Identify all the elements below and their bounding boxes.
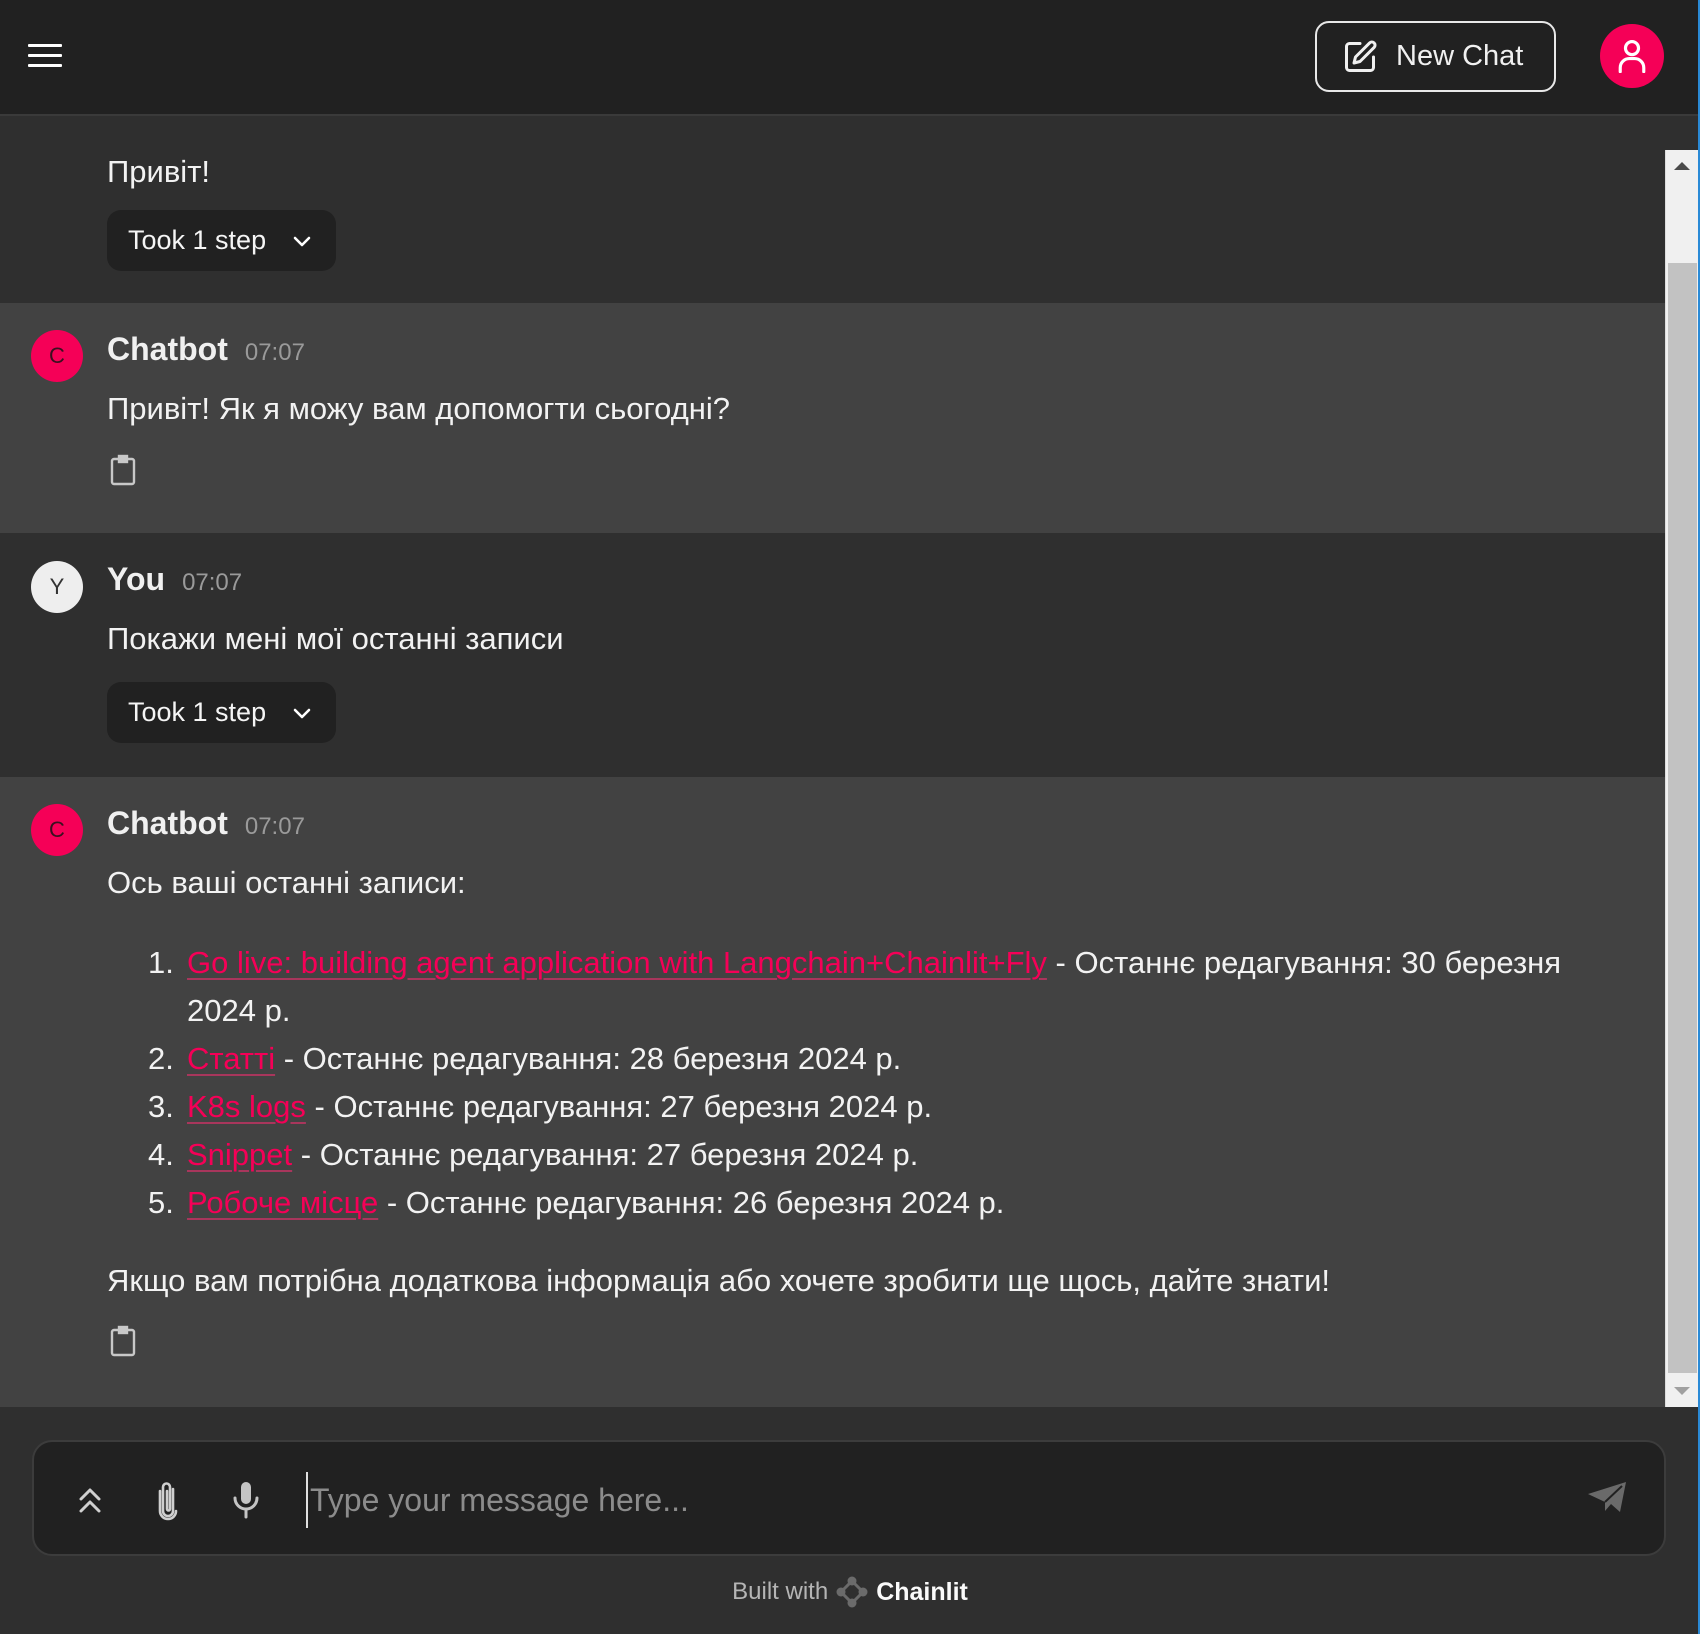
avatar-chatbot: C (31, 330, 83, 382)
hamburger-menu-icon[interactable] (26, 40, 66, 74)
message-input[interactable] (306, 1472, 1556, 1528)
menu-line (28, 64, 62, 67)
chevrons-up-icon[interactable] (70, 1480, 110, 1520)
record-meta: - Останнє редагування: 28 березня 2024 р… (275, 1041, 902, 1076)
record-item: 5. Робоче місце - Останнє редагування: 26… (107, 1179, 1607, 1227)
edit-square-icon (1345, 39, 1377, 72)
message-header: Chatbot 07:07 (107, 805, 305, 842)
send-icon (1588, 1482, 1626, 1512)
user-icon (1618, 40, 1646, 73)
copy-button[interactable] (109, 1325, 137, 1357)
record-meta: - Останнє редагування: 27 березня 2024 р… (305, 1089, 933, 1124)
message-bot: C Chatbot 07:07 Привіт! Як я можу вам до… (0, 303, 1665, 533)
records-list: 1. Go live: building agent application wi… (107, 939, 1607, 1227)
send-button[interactable] (1586, 1480, 1628, 1520)
record-meta: - Останнє редагування: 26 березня 2024 р… (378, 1185, 1005, 1220)
record-number: 5. (148, 1185, 174, 1220)
author-name: You (107, 561, 166, 597)
chainlit-brand-link[interactable]: Chainlit (876, 1578, 968, 1607)
record-meta: - Останнє редагування: 27 березня 2024 р… (292, 1137, 919, 1172)
message-header: You 07:07 (107, 561, 242, 598)
menu-line (28, 44, 62, 47)
message-content: Покажи мені мої останні записи (107, 621, 564, 656)
avatar-chatbot: C (31, 804, 83, 856)
step-label: Took 1 step (128, 225, 267, 255)
message-time: 07:07 (244, 813, 305, 840)
records-outro: Якщо вам потрібна додаткова інформація а… (107, 1263, 1331, 1298)
record-link[interactable]: Snippet (187, 1137, 292, 1172)
took-step-toggle[interactable]: Took 1 step (107, 682, 336, 743)
clipboard-icon (110, 1325, 136, 1357)
record-link[interactable]: Статті (187, 1041, 275, 1076)
footer: Built with Chainlit (0, 1572, 1700, 1612)
record-link[interactable]: K8s logs (187, 1089, 306, 1124)
record-link[interactable]: Go live: building agent application with… (187, 945, 1047, 980)
message-time: 07:07 (244, 339, 305, 366)
record-number: 4. (148, 1137, 174, 1172)
scroll-thumb[interactable] (1668, 263, 1697, 1373)
step-label: Took 1 step (128, 697, 267, 727)
paperclip-icon[interactable] (148, 1480, 188, 1521)
menu-line (28, 54, 62, 57)
user-menu-button[interactable] (1600, 24, 1664, 88)
message-time: 07:07 (182, 569, 243, 596)
message-header: Chatbot 07:07 (107, 331, 305, 368)
record-number: 1. (148, 945, 174, 980)
record-number: 2. (148, 1041, 174, 1076)
top-header: New Chat (0, 0, 1700, 116)
records-intro: Ось ваші останні записи: (107, 865, 466, 900)
chevron-down-icon (292, 706, 312, 720)
message-composer (32, 1440, 1666, 1556)
record-item: 4. Snippet - Останнє редагування: 27 бере… (107, 1131, 1607, 1179)
new-chat-button[interactable]: New Chat (1315, 21, 1556, 92)
message-continuation: Привіт! Took 1 step (0, 118, 1665, 303)
message-user: Y You 07:07 Покажи мені мої останні запи… (0, 533, 1665, 777)
took-step-toggle[interactable]: Took 1 step (107, 210, 336, 271)
scroll-up-arrow-icon[interactable] (1666, 150, 1698, 182)
microphone-icon[interactable] (226, 1480, 266, 1520)
new-chat-label: New Chat (1396, 40, 1524, 72)
record-item: 2. Статті - Останнє редагування: 28 берез… (107, 1035, 1607, 1083)
clipboard-icon (110, 454, 136, 486)
record-item: 1. Go live: building agent application wi… (107, 939, 1607, 1035)
author-name: Chatbot (107, 331, 228, 367)
built-with-label: Built with (732, 1578, 829, 1605)
record-link[interactable]: Робоче місце (187, 1185, 378, 1220)
chevron-down-icon (292, 234, 312, 248)
author-name: Chatbot (107, 805, 228, 841)
chainlit-logo-icon (836, 1576, 868, 1608)
scroll-down-arrow-icon[interactable] (1666, 1375, 1698, 1407)
chat-scrollbar[interactable] (1665, 150, 1698, 1407)
record-number: 3. (148, 1089, 174, 1124)
message-content: Привіт! Як я можу вам допомогти сьогодні… (107, 391, 731, 426)
copy-button[interactable] (109, 454, 137, 486)
chat-messages: Привіт! Took 1 step C Chatbot 07:07 Прив… (0, 118, 1665, 1407)
avatar-you: Y (31, 561, 83, 613)
record-item: 3. K8s logs - Останнє редагування: 27 бер… (107, 1083, 1607, 1131)
message-bot: C Chatbot 07:07 Ось ваші останні записи:… (0, 777, 1665, 1407)
message-content: Привіт! (107, 154, 211, 189)
